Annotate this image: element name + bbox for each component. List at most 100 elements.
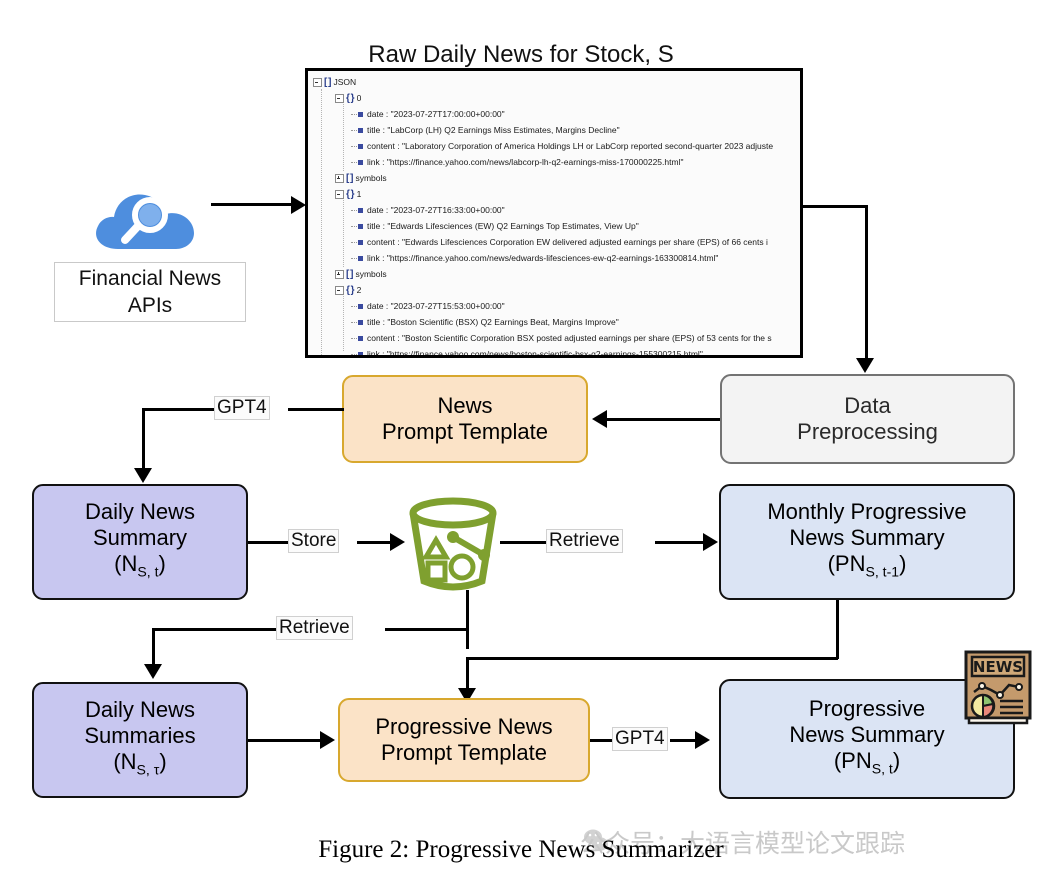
edge-retrieve-bottom-down xyxy=(152,628,155,667)
arrowhead-icon xyxy=(291,196,306,214)
node-label-line1: News xyxy=(437,393,493,418)
node-label-line3: (NS, τ) xyxy=(113,749,167,778)
tree-branch-icon xyxy=(351,321,357,324)
json-field-row[interactable]: link : "https://finance.yahoo.com/news/e… xyxy=(351,253,718,263)
json-field-key: date xyxy=(367,205,384,215)
json-field-row[interactable]: date : "2023-07-27T15:53:00+00:00" xyxy=(351,301,505,311)
edge-source-to-json xyxy=(211,203,293,206)
edge-retrieve-to-monthly xyxy=(655,541,707,544)
node-daily-news-summaries[interactable]: Daily News Summaries (NS, τ) xyxy=(32,682,248,798)
newspaper-icon: NEWS xyxy=(964,650,1032,725)
edge-prompt-to-gpt4-right xyxy=(288,408,344,411)
node-label-line1: Daily News xyxy=(84,697,196,723)
json-field-key: content xyxy=(367,141,395,151)
json-field-value: "Boston Scientific (BSX) Q2 Earnings Bea… xyxy=(387,317,619,327)
array-bracket-icon: [ ] xyxy=(346,268,354,280)
node-label-line3: (NS, t) xyxy=(114,551,166,580)
json-field-row[interactable]: link : "https://finance.yahoo.com/news/b… xyxy=(351,349,703,355)
json-field-row[interactable]: title : "Edwards Lifesciences (EW) Q2 Ea… xyxy=(351,221,639,231)
leaf-marker-icon xyxy=(358,224,363,230)
json-field-value: "LabCorp (LH) Q2 Earnings Miss Estimates… xyxy=(387,125,620,135)
json-field-key: title xyxy=(367,317,381,327)
leaf-marker-icon xyxy=(358,208,363,214)
collapse-toggle-icon[interactable] xyxy=(335,94,344,104)
json-field-row[interactable]: content : "Laboratory Corporation of Ame… xyxy=(351,141,773,151)
edge-prompt-to-gpt4-bottom xyxy=(590,739,612,742)
array-bracket-icon: [ ] xyxy=(346,172,354,184)
node-label-line3: (PNS, t) xyxy=(833,748,901,777)
arrowhead-icon xyxy=(390,533,405,551)
node-daily-news-summary[interactable]: Daily News Summary (NS, t) xyxy=(32,484,248,600)
json-field-row[interactable]: title : "Boston Scientific (BSX) Q2 Earn… xyxy=(351,317,619,327)
json-viewer-panel[interactable]: [ ] JSON { } 0 date : "2023-07-27T17:00:00… xyxy=(305,68,803,358)
node-data-preprocessing[interactable]: Data Preprocessing xyxy=(720,374,1015,464)
leaf-marker-icon xyxy=(358,256,363,262)
json-field-key: link xyxy=(367,253,380,263)
json-object-node-2[interactable]: { } 2 xyxy=(335,285,361,296)
edge-label-retrieve-top: Retrieve xyxy=(546,529,623,553)
json-field-key: date xyxy=(367,109,384,119)
leaf-marker-icon xyxy=(358,336,363,342)
json-root-node[interactable]: [ ] JSON xyxy=(313,77,356,88)
json-field-value: "https://finance.yahoo.com/news/edwards-… xyxy=(386,253,719,263)
collapse-toggle-icon[interactable] xyxy=(335,190,344,200)
tree-guide-rec0 xyxy=(343,101,344,171)
edge-retrieve-bottom-right xyxy=(385,628,468,631)
json-field-key: content xyxy=(367,333,395,343)
arrowhead-icon xyxy=(592,410,607,428)
leaf-marker-icon xyxy=(358,112,363,118)
json-array-child-row[interactable]: [ ] symbols xyxy=(335,173,387,184)
json-field-key: title xyxy=(367,221,381,231)
node-label-line2: Prompt Template xyxy=(382,419,548,444)
edge-summaries-to-prompt xyxy=(248,739,323,742)
edge-monthly-to-prompt-v xyxy=(466,657,469,691)
json-field-row[interactable]: content : "Boston Scientific Corporation… xyxy=(351,333,772,343)
json-object-node-0[interactable]: { } 0 xyxy=(335,93,361,104)
cloud-search-icon xyxy=(96,194,194,249)
tree-branch-icon xyxy=(351,161,357,164)
expand-toggle-icon[interactable] xyxy=(335,174,344,184)
json-field-value: "Edwards Lifesciences Corporation EW del… xyxy=(401,237,768,247)
json-field-row[interactable]: title : "LabCorp (LH) Q2 Earnings Miss E… xyxy=(351,125,620,135)
tree-branch-icon xyxy=(351,129,357,132)
node-progressive-news-prompt-template[interactable]: Progressive News Prompt Template xyxy=(338,698,590,782)
object-bracket-icon: { } xyxy=(346,92,355,104)
json-field-row[interactable]: content : "Edwards Lifesciences Corporat… xyxy=(351,237,768,247)
json-array-child-row[interactable]: [ ] symbols xyxy=(335,269,387,280)
expand-toggle-icon[interactable] xyxy=(335,270,344,280)
node-news-prompt-template[interactable]: News Prompt Template xyxy=(342,375,588,463)
arrowhead-icon xyxy=(320,731,335,749)
tree-branch-icon xyxy=(351,353,357,355)
edge-label-retrieve-bottom: Retrieve xyxy=(276,616,353,640)
arrowhead-icon xyxy=(134,468,152,483)
json-root-label: JSON xyxy=(333,77,357,87)
json-object-node-1[interactable]: { } 1 xyxy=(335,189,361,200)
node-monthly-progressive-news-summary[interactable]: Monthly Progressive News Summary (PNS, t… xyxy=(719,484,1015,600)
tree-branch-icon xyxy=(351,113,357,116)
json-field-row[interactable]: date : "2023-07-27T16:33:00+00:00" xyxy=(351,205,505,215)
tree-branch-icon xyxy=(351,145,357,148)
node-label-line1: Monthly Progressive xyxy=(767,499,967,525)
json-object-index: 2 xyxy=(356,285,362,295)
figure-heading: Raw Daily News for Stock, S xyxy=(368,41,674,68)
arrowhead-icon xyxy=(856,358,874,373)
collapse-toggle-icon[interactable] xyxy=(335,286,344,296)
node-label-line1: Progressive xyxy=(808,696,926,722)
json-field-value: "2023-07-27T17:00:00+00:00" xyxy=(390,109,505,119)
edge-json-to-preprocessing-v xyxy=(865,205,868,361)
source-label-line2: APIs xyxy=(127,294,173,317)
node-label-line2: News Summary xyxy=(789,525,945,551)
arrowhead-icon xyxy=(695,731,710,749)
edge-label-gpt4-bottom: GPT4 xyxy=(612,727,668,751)
collapse-toggle-icon[interactable] xyxy=(313,78,322,88)
leaf-marker-icon xyxy=(358,160,363,166)
json-field-row[interactable]: date : "2023-07-27T17:00:00+00:00" xyxy=(351,109,505,119)
json-object-index: 1 xyxy=(356,189,362,199)
edge-monthly-down xyxy=(836,600,839,659)
object-bracket-icon: { } xyxy=(346,188,355,200)
json-field-value: "Edwards Lifesciences (EW) Q2 Earnings T… xyxy=(387,221,639,231)
json-field-row[interactable]: link : "https://finance.yahoo.com/news/l… xyxy=(351,157,683,167)
json-array-label: symbols xyxy=(355,269,387,279)
edge-retrieve-bottom-left xyxy=(152,628,277,631)
node-label-line2: Summary xyxy=(92,525,188,551)
